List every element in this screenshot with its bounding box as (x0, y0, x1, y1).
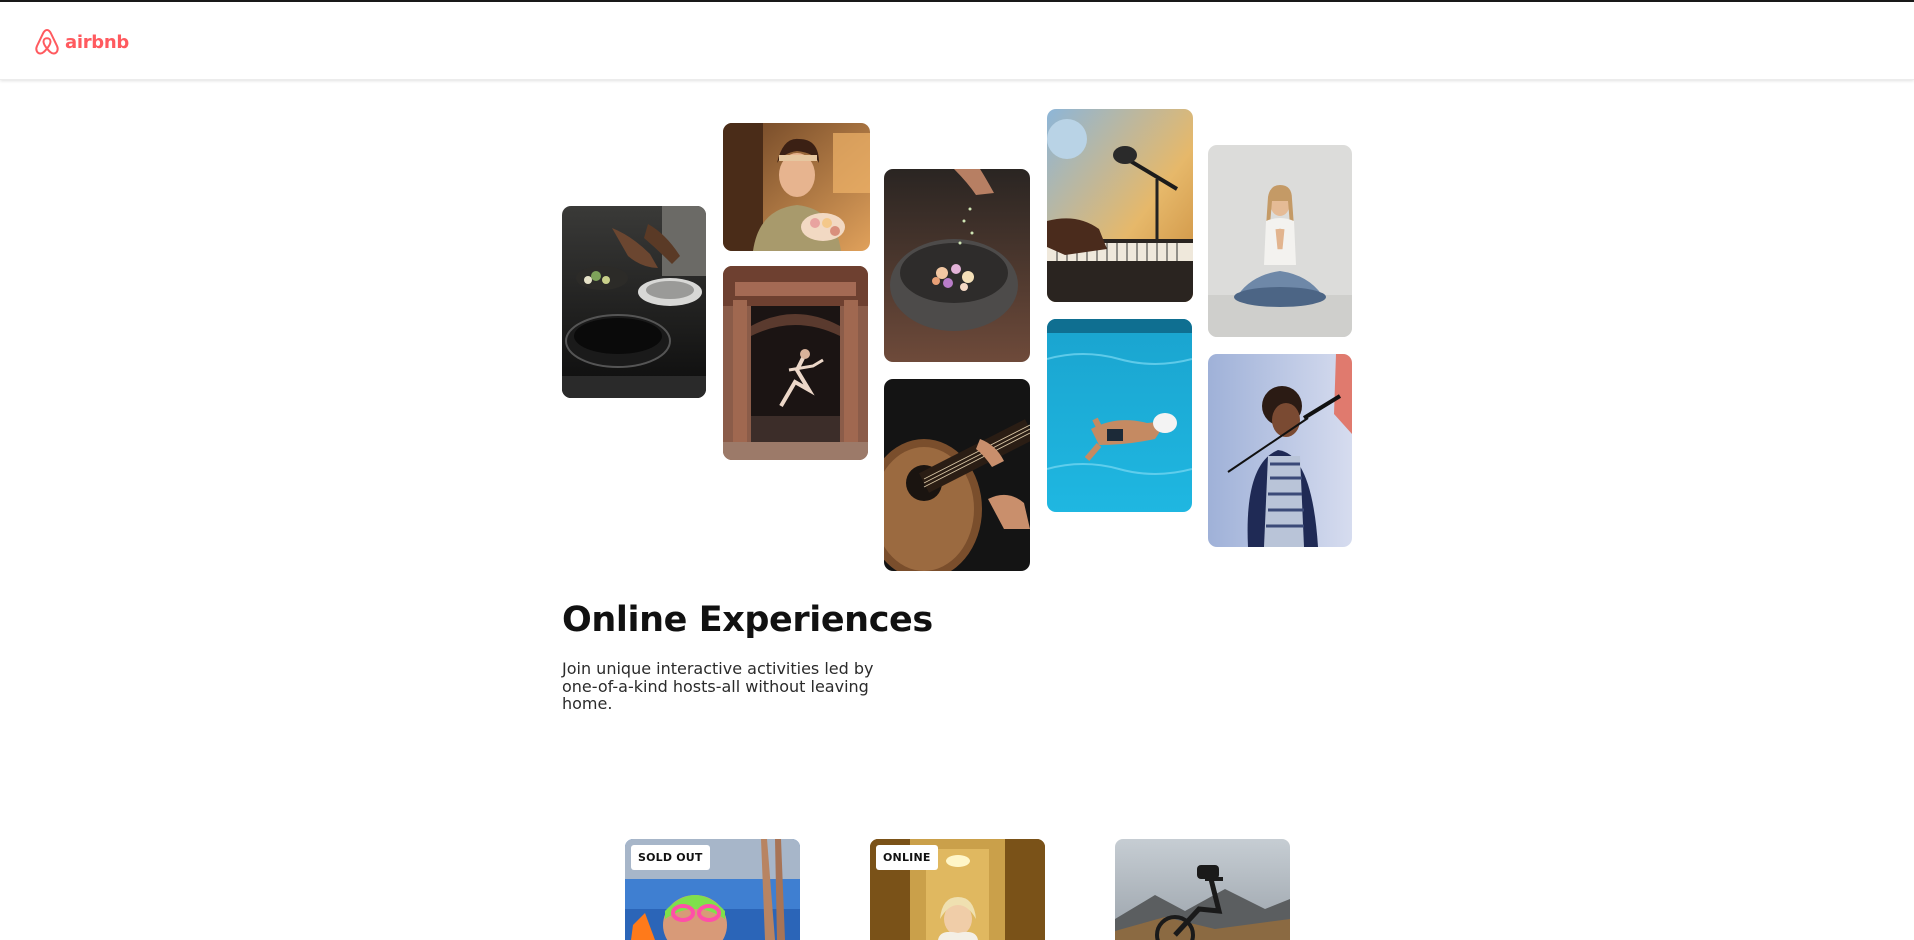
navbar: airbnb (0, 2, 1914, 80)
woman-holding-pastries-photo (723, 123, 870, 251)
dancer-in-doorway-photo (723, 266, 868, 460)
sold-out-badge: SOLD OUT (631, 845, 710, 870)
online-badge: ONLINE (876, 845, 938, 870)
cooking-pans-photo (562, 206, 706, 398)
airbnb-logo[interactable]: airbnb (34, 28, 129, 56)
seasoning-bowl-photo (884, 169, 1030, 362)
experience-card-biking[interactable] (1115, 839, 1290, 940)
piano-microphone-photo (1047, 109, 1193, 302)
acoustic-guitar-photo (884, 379, 1030, 571)
experience-card-wedding[interactable]: ONLINE (870, 839, 1045, 940)
yoga-meditation-photo (1208, 145, 1352, 337)
swimmer-pool-photo (1047, 319, 1192, 512)
singer-microphone-photo (1208, 354, 1352, 547)
brand-name: airbnb (65, 31, 129, 53)
mountain-bike-photo (1115, 839, 1290, 940)
hero-subtitle: Join unique interactive activities led b… (562, 659, 874, 713)
airbnb-logo-icon (35, 28, 59, 55)
hero-title: Online Experiences (562, 600, 933, 640)
experience-card-swimmer[interactable]: SOLD OUT (625, 839, 800, 940)
